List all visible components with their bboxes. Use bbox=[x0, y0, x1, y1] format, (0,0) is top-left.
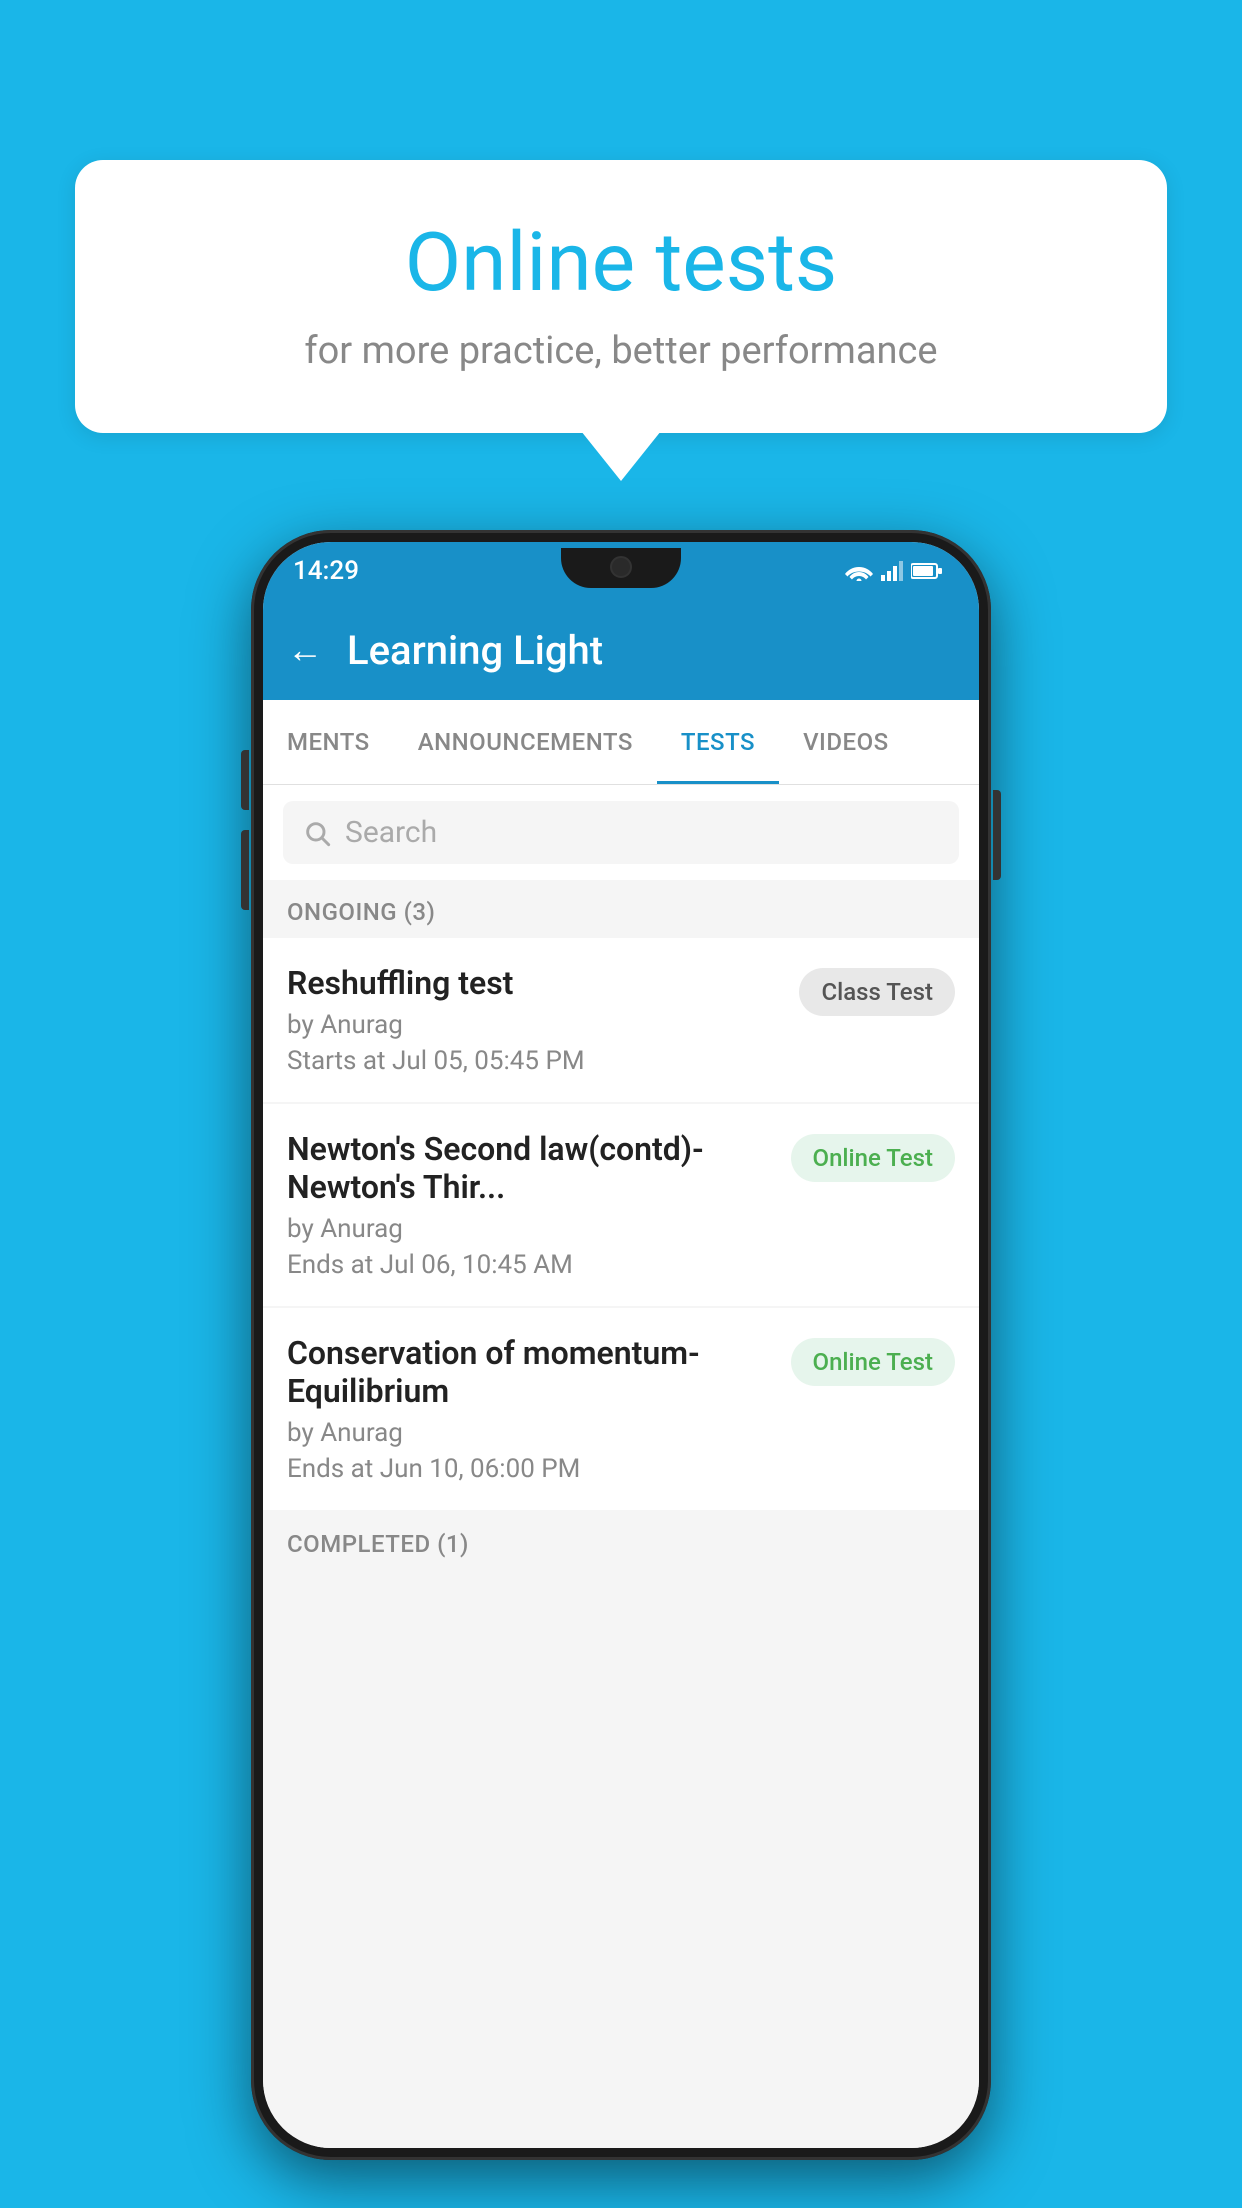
phone-vol-down bbox=[241, 830, 249, 910]
wifi-icon bbox=[845, 561, 873, 581]
search-placeholder[interactable]: Search bbox=[345, 815, 437, 850]
test-time-1: Starts at Jul 05, 05:45 PM bbox=[287, 1046, 779, 1076]
phone-power bbox=[993, 790, 1001, 880]
app-title: Learning Light bbox=[347, 627, 603, 674]
test-badge-2: Online Test bbox=[791, 1134, 955, 1182]
phone-vol-up bbox=[241, 750, 249, 810]
test-name-1: Reshuffling test bbox=[287, 964, 779, 1002]
test-author-1: by Anurag bbox=[287, 1010, 779, 1040]
test-badge-3: Online Test bbox=[791, 1338, 955, 1386]
bubble-title: Online tests bbox=[135, 215, 1107, 311]
back-button[interactable]: ← bbox=[287, 629, 323, 671]
status-time: 14:29 bbox=[293, 556, 359, 586]
app-bar: ← Learning Light bbox=[263, 600, 979, 700]
test-author-2: by Anurag bbox=[287, 1214, 771, 1244]
test-info-3: Conservation of momentum-Equilibrium by … bbox=[287, 1334, 771, 1484]
test-name-3: Conservation of momentum-Equilibrium bbox=[287, 1334, 771, 1410]
test-time-3: Ends at Jun 10, 06:00 PM bbox=[287, 1454, 771, 1484]
signal-icon bbox=[881, 561, 903, 581]
phone-frame: 14:29 bbox=[251, 530, 991, 2160]
tab-ments[interactable]: MENTS bbox=[263, 700, 394, 784]
test-badge-1: Class Test bbox=[799, 968, 955, 1016]
ongoing-section-header: ONGOING (3) bbox=[263, 880, 979, 938]
battery-icon bbox=[911, 562, 943, 580]
tab-videos[interactable]: VIDEOS bbox=[779, 700, 913, 784]
test-time-2: Ends at Jul 06, 10:45 AM bbox=[287, 1250, 771, 1280]
speech-bubble: Online tests for more practice, better p… bbox=[75, 160, 1167, 433]
test-info-2: Newton's Second law(contd)-Newton's Thir… bbox=[287, 1130, 771, 1280]
phone-screen: 14:29 bbox=[263, 542, 979, 2148]
search-bar: Search bbox=[263, 785, 979, 880]
test-card-3[interactable]: Conservation of momentum-Equilibrium by … bbox=[263, 1308, 979, 1510]
phone-notch bbox=[561, 548, 681, 588]
test-name-2: Newton's Second law(contd)-Newton's Thir… bbox=[287, 1130, 771, 1206]
tab-announcements[interactable]: ANNOUNCEMENTS bbox=[394, 700, 657, 784]
phone-camera bbox=[610, 556, 632, 578]
tabs-bar: MENTS ANNOUNCEMENTS TESTS VIDEOS bbox=[263, 700, 979, 785]
test-info-1: Reshuffling test by Anurag Starts at Jul… bbox=[287, 964, 779, 1076]
content-area: Search ONGOING (3) Reshuffling test by A… bbox=[263, 785, 979, 2148]
test-card-2[interactable]: Newton's Second law(contd)-Newton's Thir… bbox=[263, 1104, 979, 1306]
search-input-container[interactable]: Search bbox=[283, 801, 959, 864]
status-icons bbox=[845, 561, 943, 581]
tab-tests[interactable]: TESTS bbox=[657, 700, 779, 784]
phone-container: 14:29 bbox=[251, 530, 991, 2160]
completed-section-header: COMPLETED (1) bbox=[263, 1512, 979, 1570]
bubble-subtitle: for more practice, better performance bbox=[135, 329, 1107, 373]
test-card-1[interactable]: Reshuffling test by Anurag Starts at Jul… bbox=[263, 938, 979, 1102]
test-author-3: by Anurag bbox=[287, 1418, 771, 1448]
search-icon bbox=[303, 819, 331, 847]
